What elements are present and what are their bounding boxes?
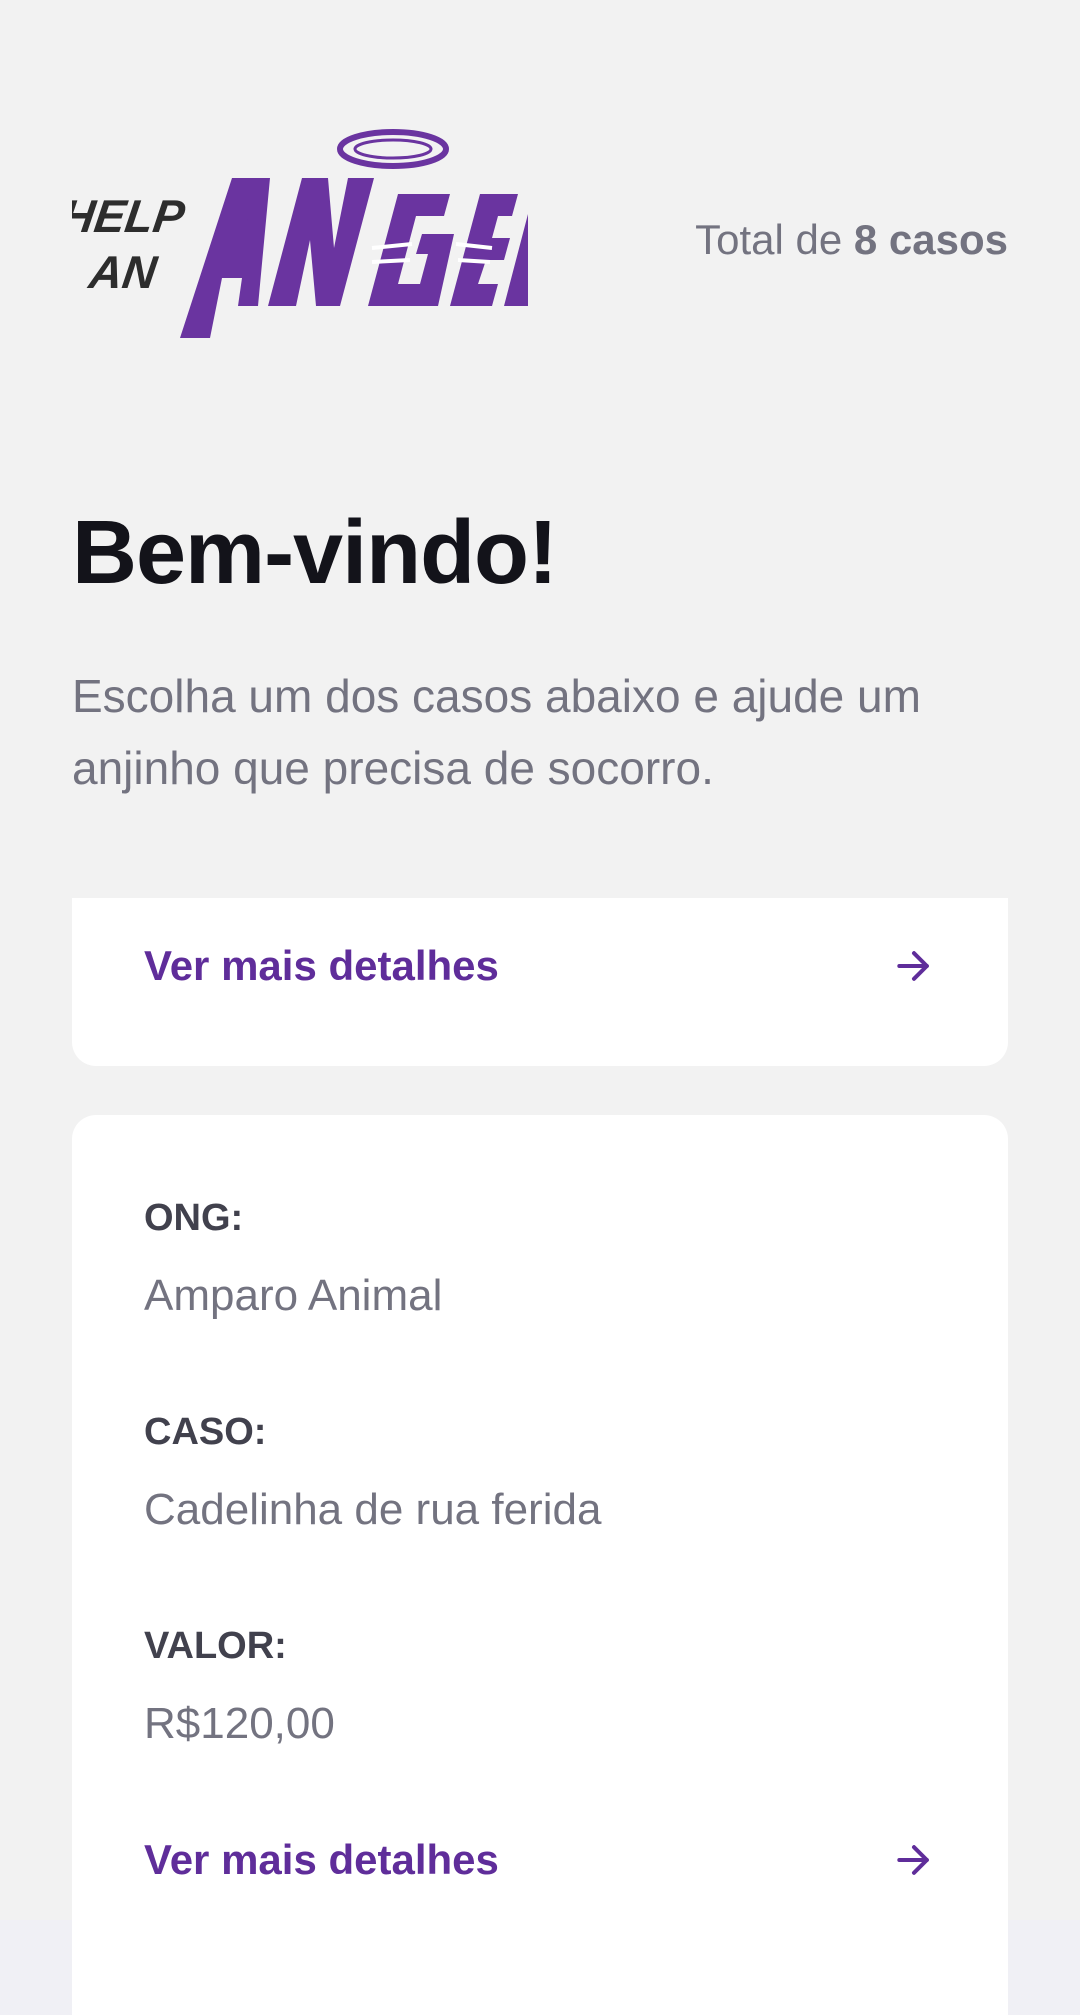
svg-text:HELP: HELP: [72, 190, 188, 242]
ong-value: Amparo Animal: [144, 1271, 443, 1320]
total-count: 8 casos: [853, 216, 1008, 263]
value-amount: R$120,00: [144, 1699, 335, 1748]
ong-label: ONG:: [144, 1197, 244, 1239]
case-value: Cadelinha de rua ferida: [144, 1485, 602, 1534]
page-title: Bem-vindo!: [72, 503, 558, 603]
page: HELP AN Total de 8 casos Bem-vindo! Esco…: [0, 0, 1080, 2015]
view-details-button[interactable]: Ver mais detalhes: [144, 936, 936, 996]
help-an-angel-logo: HELP AN: [72, 128, 528, 348]
arrow-right-icon: [897, 1845, 929, 1875]
svg-text:AN: AN: [85, 246, 161, 298]
view-details-label: Ver mais detalhes: [144, 942, 499, 989]
arrow-right-icon: [897, 951, 929, 981]
view-details-label: Ver mais detalhes: [144, 1836, 499, 1883]
case-label: CASO:: [144, 1411, 267, 1453]
app-header: HELP AN Total de 8 casos: [72, 128, 1008, 348]
value-label: VALOR:: [144, 1625, 287, 1667]
page-subtitle: Escolha um dos casos abaixo e ajude um a…: [72, 670, 921, 794]
case-card: ONG: Amparo Animal CASO: Cadelinha de ru…: [72, 1115, 1008, 2015]
total-prefix: Total de: [695, 216, 843, 263]
view-details-button[interactable]: Ver mais detalhes: [144, 1830, 936, 1890]
case-card: Ver mais detalhes: [72, 898, 1008, 1066]
total-cases: Total de 8 casos: [695, 216, 1008, 264]
